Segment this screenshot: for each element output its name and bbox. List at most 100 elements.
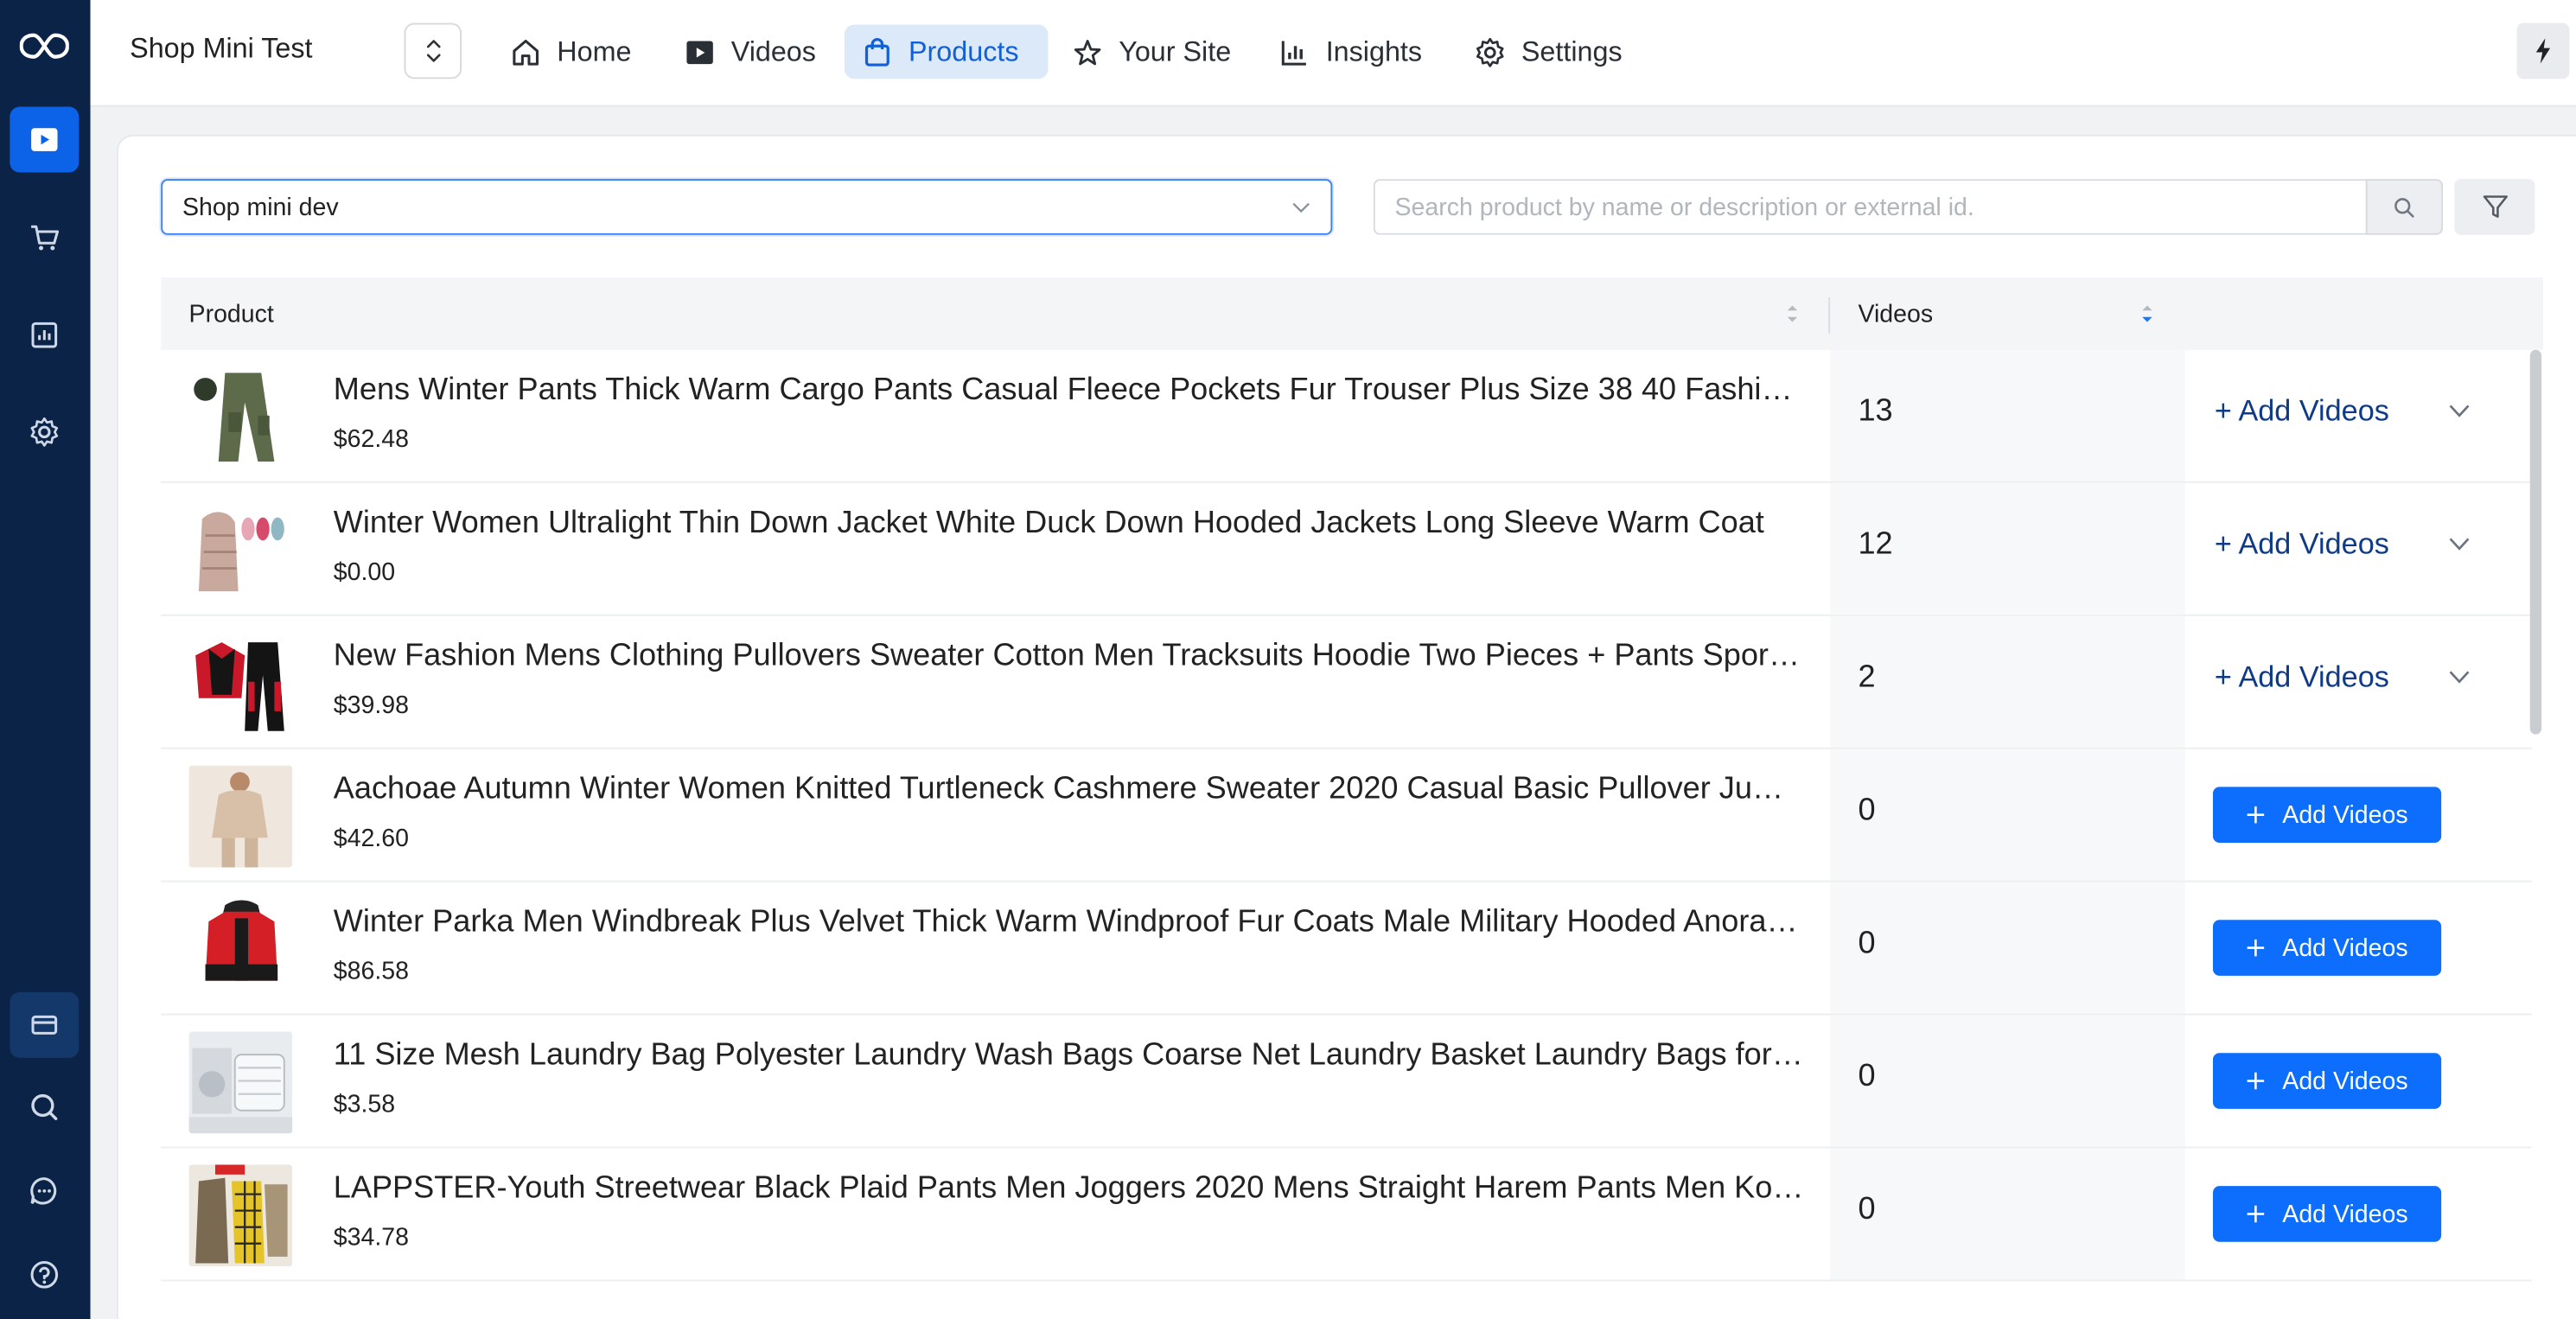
help-icon xyxy=(30,1261,59,1289)
video-icon xyxy=(686,40,713,64)
product-title[interactable]: LAPPSTER-Youth Streetwear Black Plaid Pa… xyxy=(334,1171,1804,1207)
tab-insights[interactable]: Insights xyxy=(1262,25,1438,80)
chat-icon xyxy=(30,1177,57,1205)
app-root: Shop Mini Test Home Videos Products Your… xyxy=(0,0,2576,1319)
add-videos-link[interactable]: + Add Videos xyxy=(2215,394,2389,429)
product-title[interactable]: 11 Size Mesh Laundry Bag Polyester Laund… xyxy=(334,1038,1804,1074)
rail-billing-button[interactable] xyxy=(10,991,80,1058)
chevron-down-icon[interactable] xyxy=(2448,666,2471,689)
filter-button[interactable] xyxy=(2454,179,2535,235)
rail-help-button[interactable] xyxy=(10,1242,79,1308)
product-price: $3.58 xyxy=(333,1090,396,1119)
product-title[interactable]: Winter Parka Men Windbreak Plus Velvet T… xyxy=(334,905,1804,941)
product-thumbnail[interactable] xyxy=(188,898,293,1001)
video-count: 0 xyxy=(1858,926,1876,961)
top-bar: Shop Mini Test Home Videos Products Your… xyxy=(90,0,2576,107)
rail-cart-button[interactable] xyxy=(10,206,79,271)
store-select[interactable]: Shop mini dev xyxy=(161,179,1333,235)
settings-icon xyxy=(30,417,59,447)
table-scrollbar[interactable] xyxy=(2529,349,2542,735)
product-thumbnail[interactable] xyxy=(188,1164,293,1267)
plus-icon xyxy=(2248,1072,2265,1090)
add-videos-label: Add Videos xyxy=(2282,1067,2408,1095)
videos-cell xyxy=(1830,1015,2185,1147)
product-title[interactable]: Aachoae Autumn Winter Women Knitted Turt… xyxy=(334,772,1804,808)
shopping-bag-icon xyxy=(864,37,889,66)
plus-icon xyxy=(2248,1205,2265,1223)
product-thumbnail[interactable] xyxy=(188,765,293,868)
tab-videos-label: Videos xyxy=(730,35,816,67)
tab-home-label: Home xyxy=(557,35,632,67)
table-row[interactable]: Winter Women Ultralight Thin Down Jacket… xyxy=(161,482,2532,616)
table-row[interactable]: New Fashion Mens Clothing Pullovers Swea… xyxy=(161,615,2532,749)
quick-actions-button[interactable] xyxy=(2516,22,2570,80)
product-title[interactable]: New Fashion Mens Clothing Pullovers Swea… xyxy=(334,639,1804,675)
table-row[interactable]: Aachoae Autumn Winter Women Knitted Turt… xyxy=(161,749,2532,883)
tab-videos[interactable]: Videos xyxy=(667,25,832,80)
product-thumbnail[interactable] xyxy=(188,1031,293,1134)
products-panel: Shop mini dev Search product by name or … xyxy=(116,134,2576,1319)
gear-icon xyxy=(1476,36,1504,67)
shop-switch-button[interactable] xyxy=(404,22,462,80)
tab-your-site[interactable]: Your Site xyxy=(1055,25,1247,80)
analytics-icon xyxy=(31,322,58,348)
chevron-down-icon[interactable] xyxy=(2448,399,2471,423)
rail-videos-button[interactable] xyxy=(10,106,80,173)
product-title[interactable]: Mens Winter Pants Thick Warm Cargo Pants… xyxy=(334,373,1804,409)
tab-home[interactable]: Home xyxy=(493,25,647,80)
search-placeholder: Search product by name or description or… xyxy=(1394,193,1974,221)
videos-cell xyxy=(1830,749,2185,881)
table-header: Product Videos xyxy=(161,277,2543,350)
add-videos-button[interactable]: Add Videos xyxy=(2212,920,2442,976)
search-button[interactable] xyxy=(2365,179,2444,235)
videos-cell xyxy=(1830,1148,2185,1280)
rail-analytics-button[interactable] xyxy=(10,303,79,368)
home-icon xyxy=(513,39,539,65)
chevron-down-icon xyxy=(1292,201,1310,213)
videos-cell xyxy=(1830,882,2185,1014)
plus-icon xyxy=(2248,806,2265,824)
star-icon xyxy=(1074,39,1101,65)
logo-icon[interactable] xyxy=(10,13,79,79)
product-thumbnail[interactable] xyxy=(188,366,293,468)
add-videos-button[interactable]: Add Videos xyxy=(2212,1053,2442,1109)
add-videos-label: Add Videos xyxy=(2282,1200,2408,1228)
video-count: 0 xyxy=(1858,793,1876,828)
search-icon xyxy=(31,1093,58,1120)
rail-search-button[interactable] xyxy=(10,1074,79,1140)
product-thumbnail[interactable] xyxy=(188,632,293,735)
add-videos-label: Add Videos xyxy=(2282,800,2408,829)
table-row[interactable]: LAPPSTER-Youth Streetwear Black Plaid Pa… xyxy=(161,1148,2532,1282)
add-videos-label: Add Videos xyxy=(2282,933,2408,962)
product-title[interactable]: Winter Women Ultralight Thin Down Jacket… xyxy=(334,506,1804,542)
rail-chat-button[interactable] xyxy=(10,1158,79,1224)
chevron-up-down-icon xyxy=(425,40,440,62)
tab-settings[interactable]: Settings xyxy=(1457,25,1639,80)
add-videos-link[interactable]: + Add Videos xyxy=(2215,527,2389,562)
product-search-input[interactable]: Search product by name or description or… xyxy=(1373,179,2368,235)
tab-products[interactable]: Products xyxy=(844,24,1049,80)
sort-icon[interactable] xyxy=(1784,301,1801,327)
column-divider xyxy=(1828,296,1831,334)
video-count: 0 xyxy=(1858,1059,1876,1094)
product-price: $39.98 xyxy=(333,691,410,720)
tab-settings-label: Settings xyxy=(1521,35,1623,67)
table-row[interactable]: Winter Parka Men Windbreak Plus Velvet T… xyxy=(161,882,2532,1016)
tab-products-label: Products xyxy=(908,35,1019,67)
table-row[interactable]: 11 Size Mesh Laundry Bag Polyester Laund… xyxy=(161,1015,2532,1149)
product-price: $42.60 xyxy=(333,825,410,853)
lightning-icon xyxy=(2535,38,2551,64)
add-videos-button[interactable]: Add Videos xyxy=(2212,1186,2442,1242)
cart-icon xyxy=(31,225,60,251)
rail-settings-button[interactable] xyxy=(10,399,79,465)
col-videos-header[interactable]: Videos xyxy=(1858,277,1933,350)
add-videos-button[interactable]: Add Videos xyxy=(2212,787,2442,843)
col-product-header[interactable]: Product xyxy=(189,277,274,350)
store-select-value: Shop mini dev xyxy=(182,193,339,221)
sort-desc-icon[interactable] xyxy=(2139,301,2155,327)
add-videos-link[interactable]: + Add Videos xyxy=(2215,660,2389,695)
chevron-down-icon[interactable] xyxy=(2448,532,2471,556)
product-thumbnail[interactable] xyxy=(188,499,293,602)
videos-cell xyxy=(1830,615,2185,748)
table-row[interactable]: Mens Winter Pants Thick Warm Cargo Pants… xyxy=(161,349,2532,483)
